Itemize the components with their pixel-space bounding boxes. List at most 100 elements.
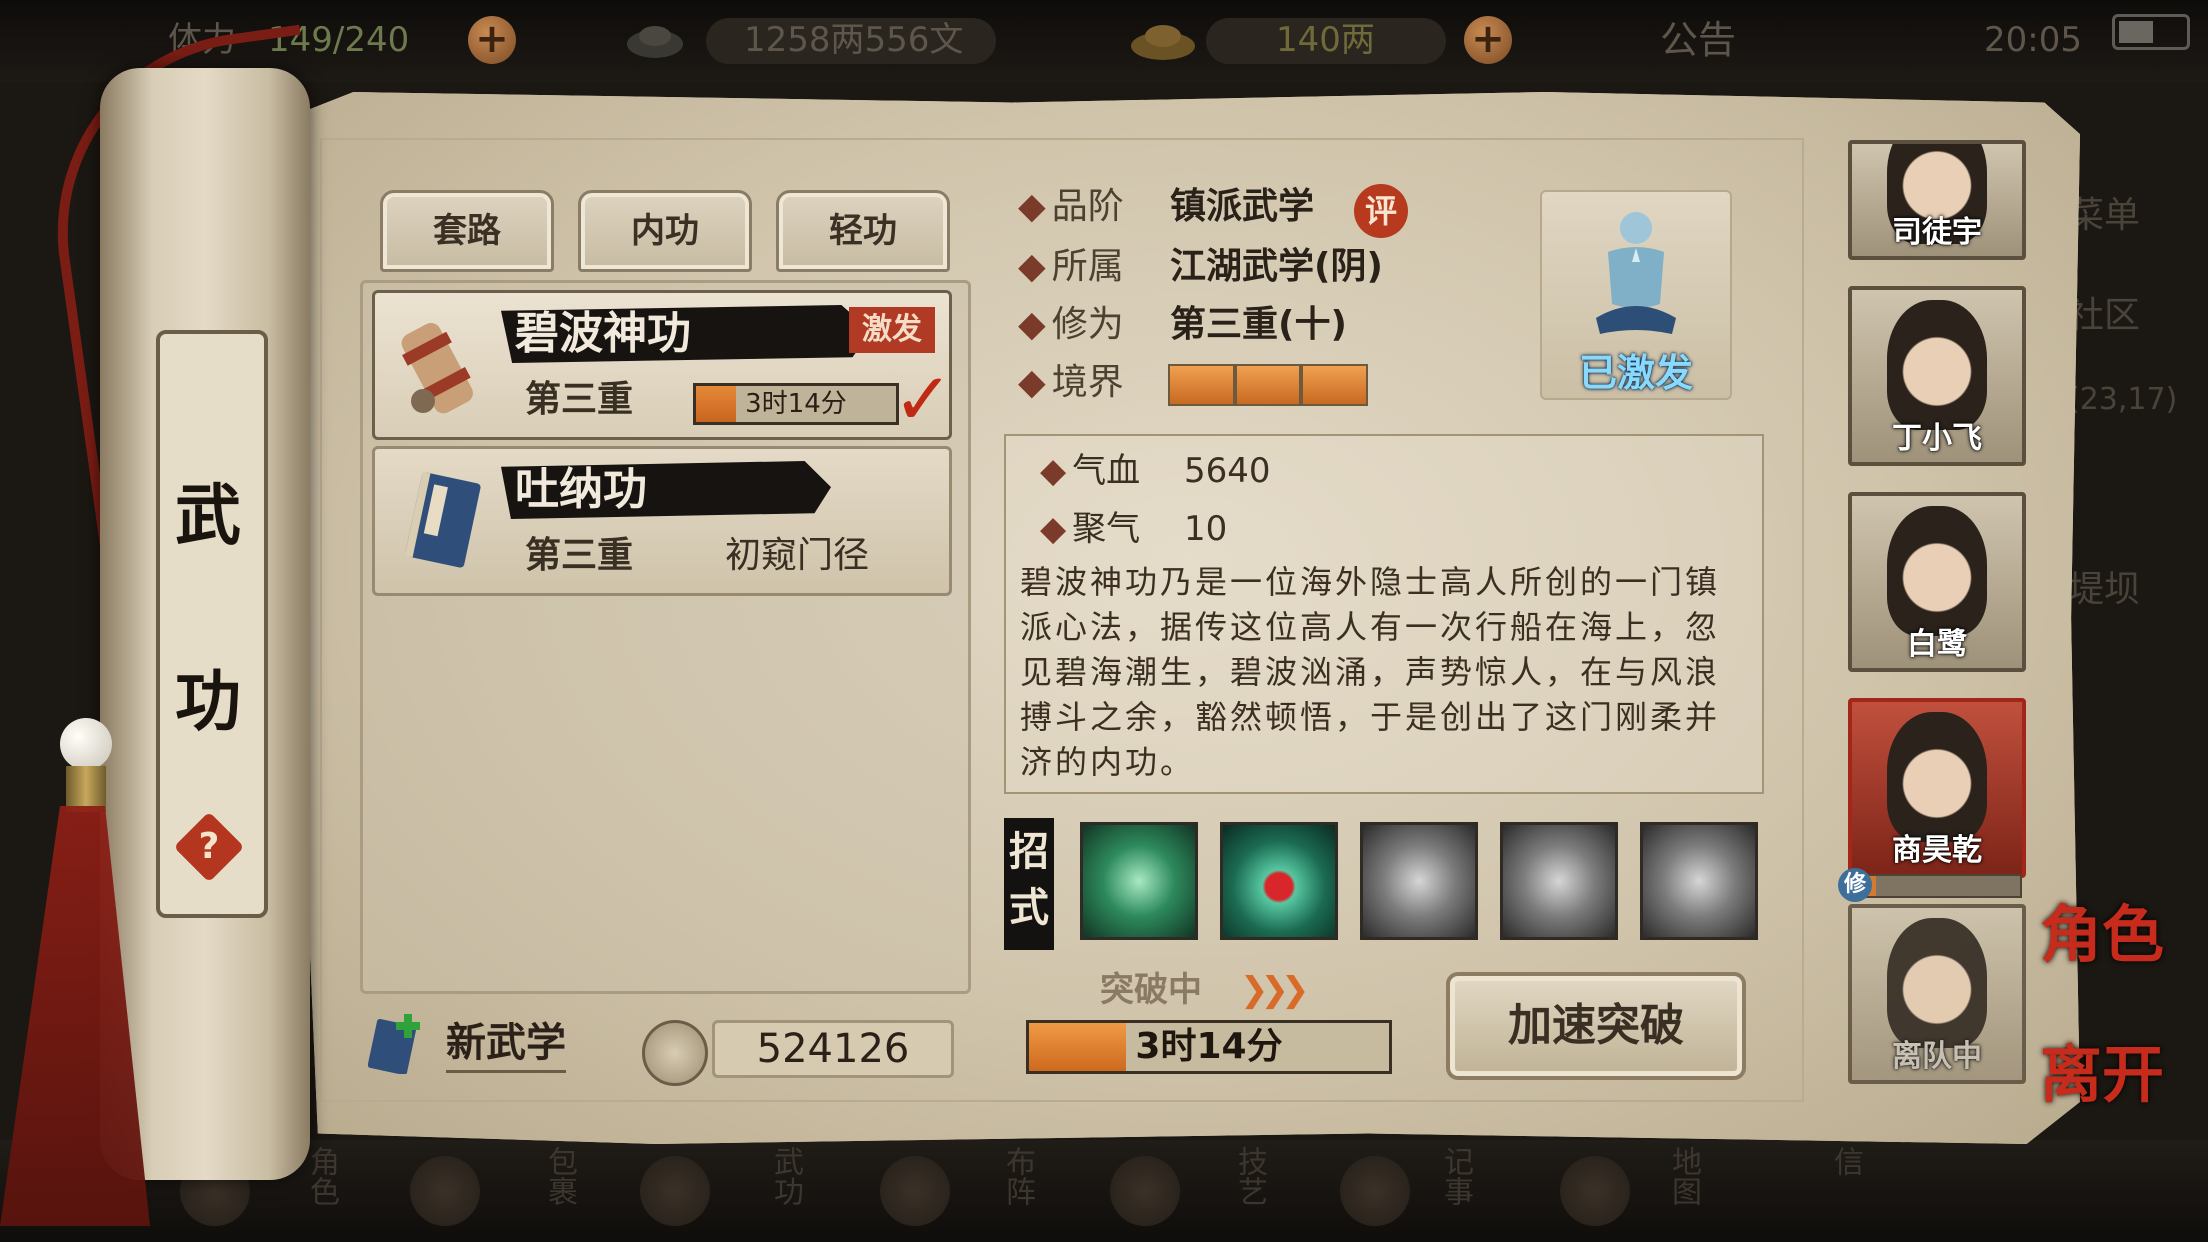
party-member[interactable]: 丁小飞: [1848, 286, 2026, 466]
progress-arrows-icon: ❯❯❯: [1240, 970, 1310, 1010]
member-name: 司徒宇: [1892, 215, 1982, 250]
description-box: ◆ 气血 5640 ◆ 聚气 10 碧波神功乃是一位海外隐士高人所创的一门镇派心法，…: [1004, 434, 1764, 794]
hp-value: 5640: [1184, 451, 1271, 491]
tab-label: 轻功: [829, 211, 897, 251]
party-member[interactable]: 司徒宇: [1848, 140, 2026, 260]
nav-label: 武功: [768, 1146, 803, 1206]
nav-skill: [640, 1150, 720, 1230]
member-name: 丁小飞: [1892, 421, 1982, 456]
skill-level: 第三重: [525, 379, 634, 420]
skill-points-value: 524126: [712, 1020, 954, 1078]
breakthrough-timer: 3时14分: [1135, 1026, 1283, 1067]
skill-description: 碧波神功乃是一位海外隐士高人所创的一门镇派心法，据传这位高人有一次行船在海上，忽…: [1020, 563, 1721, 781]
bg-menu-item: (23,17): [2068, 382, 2178, 417]
skill-name: 碧波神功: [515, 308, 691, 359]
attr-key: 修为: [1051, 304, 1124, 345]
skill-item-tuna[interactable]: 吐纳功 第三重 初窥门径: [372, 446, 952, 596]
speed-up-breakthrough-button[interactable]: 加速突破: [1446, 972, 1746, 1080]
bg-menu-item: 社区: [2068, 295, 2141, 336]
realm-segment: [1303, 366, 1367, 404]
nav-formation: [880, 1150, 960, 1230]
new-skill-icon[interactable]: [368, 1012, 426, 1074]
party-member[interactable]: 离队中: [1848, 904, 2026, 1084]
whirlwind-move-icon[interactable]: [1500, 822, 1618, 940]
hp-row: ◆ 气血 5640: [1040, 448, 1271, 494]
silver-amount: 1258两556文: [744, 20, 964, 60]
silver-ingot-icon: [624, 14, 686, 66]
craft-icon: [1110, 1156, 1180, 1226]
role-button[interactable]: 角色: [2040, 900, 2164, 970]
new-skill-button[interactable]: 新武学: [446, 1016, 566, 1073]
green-aura-move-icon[interactable]: [1080, 822, 1198, 940]
add-gold-button[interactable]: +: [1464, 16, 1512, 64]
add-stamina-button[interactable]: +: [468, 16, 516, 64]
map-icon: [1560, 1156, 1630, 1226]
realm-segment: [1170, 366, 1233, 404]
activated-tag: 激发: [849, 307, 935, 353]
breakthrough-bar: 3时14分: [1026, 1020, 1392, 1074]
diamond-icon: ◆: [1018, 362, 1046, 403]
tab-lightness[interactable]: 轻功: [776, 190, 950, 272]
scroll-icon: [401, 322, 473, 414]
member-name: 离队中: [1892, 1039, 1982, 1074]
moves-label: 招式: [1004, 818, 1054, 950]
jade-bead: [60, 718, 112, 770]
qi-value: 10: [1184, 509, 1228, 549]
hp-label: 气血: [1072, 451, 1141, 491]
whirlwind-move-icon[interactable]: [1360, 822, 1478, 940]
member-name: 商昊乾: [1892, 833, 1982, 868]
realm-segment: [1236, 366, 1300, 404]
avatar: [1887, 918, 1987, 1048]
party-member[interactable]: 白鹭: [1848, 492, 2026, 672]
tab-routine[interactable]: 套路: [380, 190, 554, 272]
clock: 20:05: [1984, 20, 2082, 60]
party-member-selected[interactable]: 商昊乾: [1848, 698, 2026, 878]
qi-label: 聚气: [1072, 509, 1141, 549]
bag-icon: [410, 1156, 480, 1226]
avatar: [1887, 506, 1987, 636]
nav-map: [1560, 1150, 1640, 1230]
diamond-icon: ◆: [1018, 304, 1046, 345]
nav-label: 包裹: [542, 1146, 577, 1206]
gold-amount: 140两: [1276, 20, 1375, 60]
attr-key: 境界: [1051, 362, 1124, 403]
diamond-icon: ◆: [1018, 246, 1046, 287]
whirlwind-move-icon[interactable]: [1640, 822, 1758, 940]
tab-internal[interactable]: 内功: [578, 190, 752, 272]
book-icon: [404, 471, 481, 568]
question-icon[interactable]: ?: [173, 811, 245, 883]
technique-portrait: 已激发: [1540, 190, 1732, 400]
skill-points-icon: [642, 1020, 708, 1086]
check-icon: ✓: [893, 357, 954, 441]
attr-rank: ◆ 品阶 镇派武学: [1018, 182, 1314, 232]
cultivation-bar: [1848, 874, 2022, 898]
cultivation-icon: 修: [1838, 868, 1872, 902]
member-name: 白鹭: [1907, 627, 1967, 662]
scroll-title-char: 功: [175, 662, 241, 740]
diamond-icon: ◆: [1018, 186, 1046, 227]
avatar: [1887, 712, 1987, 842]
nav-craft: [1110, 1150, 1190, 1230]
battery-icon: [2112, 14, 2190, 50]
avatar: [1887, 300, 1987, 430]
diamond-icon: ◆: [1040, 509, 1067, 549]
skill-book-icon: [640, 1156, 710, 1226]
leave-button[interactable]: 离开: [2040, 1040, 2164, 1110]
skill-item-bibo[interactable]: 碧波神功 激发 第三重 3时14分 ✓: [372, 290, 954, 441]
nav-label: 记事: [1438, 1146, 1473, 1206]
journal-icon: [1340, 1156, 1410, 1226]
attr-key: 所属: [1051, 246, 1124, 287]
activated-status: 已激发: [1578, 351, 1693, 395]
blood-drop-move-icon[interactable]: [1220, 822, 1338, 940]
timer-text: 3时14分: [745, 389, 847, 419]
skill-name: 吐纳功: [515, 464, 647, 515]
notice-button[interactable]: 公告: [1660, 14, 1736, 66]
attr-realm: ◆ 境界: [1018, 358, 1124, 408]
attr-cultivation: ◆ 修为 第三重(十): [1018, 300, 1347, 350]
breakthrough-label: 突破中: [1100, 970, 1202, 1010]
bg-menu-item: 堤坝: [2068, 569, 2141, 610]
skill-status: 初窥门径: [725, 535, 870, 576]
review-badge[interactable]: 评: [1354, 184, 1408, 238]
scroll-title-char: 武: [175, 476, 241, 554]
skill-level: 第三重: [525, 535, 634, 576]
